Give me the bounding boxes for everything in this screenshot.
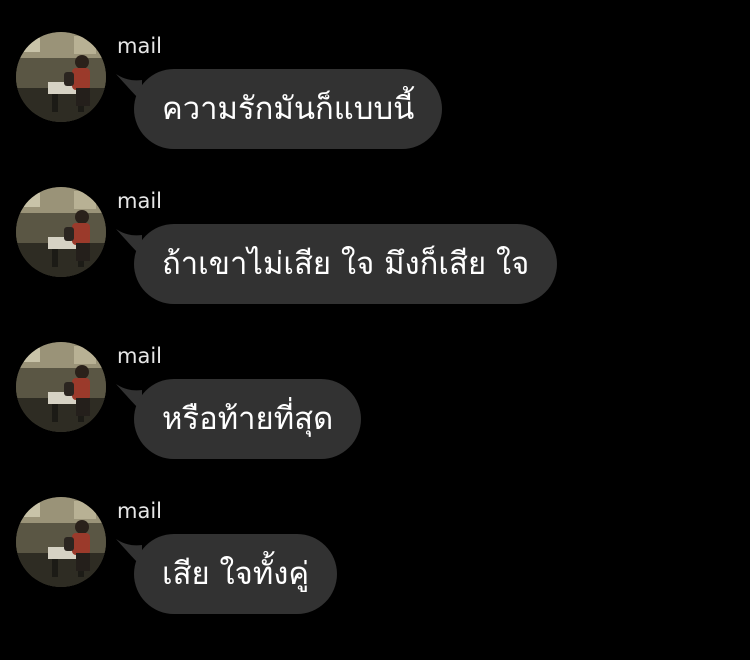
avatar[interactable] xyxy=(16,342,106,432)
sender-name: mail xyxy=(117,34,162,58)
avatar[interactable] xyxy=(16,32,106,122)
avatar[interactable] xyxy=(16,187,106,277)
message-row: mail ถ้าเขาไม่เสีย ใจ มึงก็เสีย ใจ xyxy=(0,187,750,327)
message-row: mail เสีย ใจทั้งคู่ xyxy=(0,497,750,637)
avatar-photo xyxy=(16,342,106,432)
sender-name: mail xyxy=(117,189,162,213)
sender-name: mail xyxy=(117,499,162,523)
avatar-photo xyxy=(16,497,106,587)
chat-thread: mail ความรักมันก็แบบนี้ mail ถ้าเขาไม่เส… xyxy=(0,0,750,660)
message-bubble[interactable]: ความรักมันก็แบบนี้ xyxy=(134,69,443,149)
message-row: mail หรือท้ายที่สุด xyxy=(0,342,750,482)
sender-name: mail xyxy=(117,344,162,368)
message-row: mail ความรักมันก็แบบนี้ xyxy=(0,32,750,172)
message-bubble[interactable]: หรือท้ายที่สุด xyxy=(134,379,362,459)
message-bubble[interactable]: ถ้าเขาไม่เสีย ใจ มึงก็เสีย ใจ xyxy=(134,224,558,304)
avatar[interactable] xyxy=(16,497,106,587)
avatar-photo xyxy=(16,32,106,122)
message-bubble[interactable]: เสีย ใจทั้งคู่ xyxy=(134,534,338,614)
avatar-photo xyxy=(16,187,106,277)
